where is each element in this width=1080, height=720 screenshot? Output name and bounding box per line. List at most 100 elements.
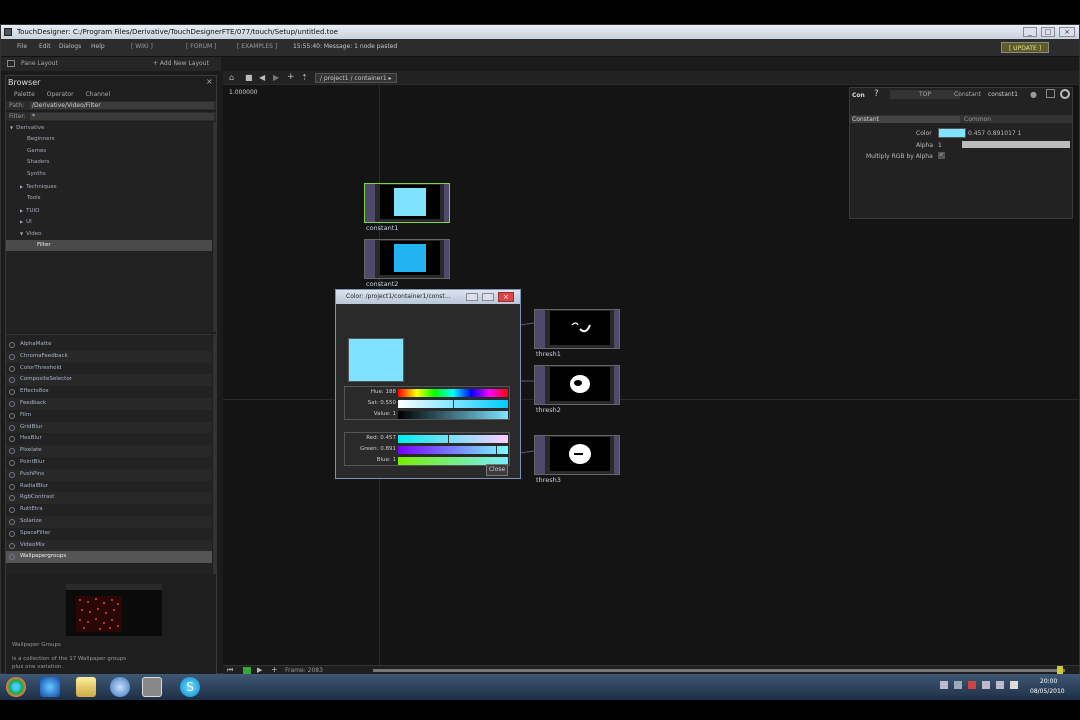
start-orb-icon[interactable] (6, 677, 26, 697)
sat-slider[interactable] (398, 400, 508, 408)
op-name-field[interactable]: constant1 (988, 91, 1018, 98)
dialog-close-button[interactable]: Close (486, 464, 508, 476)
component-icon (9, 448, 15, 455)
menu-help[interactable]: Help (91, 43, 105, 50)
color-param-values[interactable]: 0.457 0.891017 1 (968, 130, 1021, 137)
close-browser-icon[interactable]: × (206, 77, 213, 86)
menu-file[interactable]: File (17, 43, 27, 50)
tree-item-beginners[interactable]: Beginners (6, 134, 212, 145)
system-tray (940, 681, 1020, 693)
tray-icon[interactable] (981, 681, 990, 689)
red-row: Red: 0.457 (348, 434, 508, 444)
forum-link[interactable]: [ FORUM ] (186, 43, 216, 50)
layout-icon[interactable] (7, 60, 15, 67)
minimize-button[interactable]: _ (1023, 27, 1037, 37)
list-item[interactable]: CompositeSelector (6, 374, 212, 387)
volume-tray-icon[interactable] (1009, 681, 1018, 689)
timeline-scrubber[interactable] (373, 669, 1065, 672)
green-slider[interactable] (398, 446, 508, 454)
list-item[interactable]: RadialBlur (6, 481, 212, 493)
clock-time[interactable]: 20:00 (1040, 678, 1057, 685)
hue-slider[interactable] (398, 389, 508, 397)
page-constant[interactable]: Constant (852, 116, 960, 123)
list-item[interactable]: AlphaMatte (6, 339, 212, 351)
tree-item-tuio[interactable]: ▶ TUIO (6, 205, 212, 216)
tree-item-synths[interactable]: Synths (6, 169, 212, 180)
dialog-minimize-button[interactable] (466, 293, 478, 301)
pane-layout-button[interactable]: Pane Layout (21, 60, 58, 67)
collapsed-arrow-icon[interactable]: ▶ (20, 184, 23, 189)
tab-palette[interactable]: Palette (14, 91, 35, 98)
tree-item-shaders[interactable]: Shaders (6, 157, 212, 168)
comment-icon[interactable]: ● (1030, 90, 1037, 99)
tree-scrollbar[interactable] (213, 122, 217, 332)
play-indicator[interactable] (243, 667, 251, 674)
list-item[interactable]: ChromaFeedback (6, 350, 212, 363)
media-player-icon[interactable] (110, 677, 130, 697)
network-tray-icon[interactable] (995, 681, 1004, 689)
expanded-arrow-icon[interactable]: ▼ (20, 231, 23, 236)
dialog-maximize-button[interactable] (482, 293, 494, 301)
filter-field[interactable]: * (30, 113, 214, 120)
tab-operator[interactable]: Operator (47, 91, 74, 98)
step-icon[interactable]: + (271, 665, 278, 674)
alpha-param-slider[interactable] (962, 141, 1070, 148)
skype-icon[interactable]: S (180, 677, 200, 697)
menu-dialogs[interactable]: Dialogs (59, 43, 81, 50)
tree-item-video[interactable]: ▼ Video (6, 228, 212, 239)
viewer-icon[interactable] (1046, 89, 1055, 98)
list-item[interactable]: Effects8ox (6, 386, 212, 398)
examples-link[interactable]: [ EXAMPLES ] (237, 43, 277, 50)
tab-channel[interactable]: Channel (85, 91, 110, 98)
list-item[interactable]: GridBlur (6, 421, 212, 434)
red-slider[interactable] (398, 435, 508, 443)
list-item[interactable]: ColorThreshold (6, 363, 212, 375)
expanded-arrow-icon[interactable]: ▼ (10, 125, 13, 130)
alpha-param-value[interactable]: 1 (938, 142, 942, 149)
collapsed-arrow-icon[interactable]: ▶ (20, 208, 23, 213)
tray-icon[interactable] (940, 681, 948, 689)
multiply-checkbox[interactable]: ✓ (938, 152, 945, 159)
clock-date[interactable]: 08/05/2010 (1030, 688, 1065, 695)
tray-icon[interactable] (967, 681, 976, 689)
list-item[interactable]: Solarize (6, 516, 212, 528)
list-item[interactable]: RuttEtra (6, 504, 212, 516)
tree-item-games[interactable]: Games (6, 146, 212, 157)
list-item[interactable]: Pixelate (6, 445, 212, 457)
add-layout-button[interactable]: + Add New Layout (153, 60, 209, 67)
list-item[interactable]: PointBlur (6, 457, 212, 469)
explorer-icon[interactable] (76, 677, 96, 697)
tray-icon[interactable] (953, 681, 962, 689)
list-item[interactable]: HexBlur (6, 433, 212, 445)
help-icon[interactable]: ? (874, 89, 879, 99)
dialog-close-icon[interactable]: × (498, 292, 514, 302)
color-param-swatch[interactable] (938, 128, 966, 138)
maximize-button[interactable]: □ (1041, 27, 1055, 37)
play-icon[interactable]: ▶ (257, 666, 262, 674)
collapsed-arrow-icon[interactable]: ▶ (20, 219, 23, 224)
close-button[interactable]: × (1059, 27, 1075, 37)
touchdesigner-task-icon[interactable] (142, 677, 162, 697)
menubar: File Edit Dialogs Help [ WIKI ] [ FORUM … (1, 39, 1079, 57)
update-button[interactable]: [ UPDATE ] (1001, 42, 1049, 53)
cook-icon[interactable] (1060, 89, 1070, 99)
path-field[interactable]: /Derivative/Video/Filter (30, 102, 214, 109)
tree-item-techniques[interactable]: ▶ Techniques (6, 181, 212, 192)
value-slider[interactable] (398, 411, 508, 419)
list-scrollbar[interactable] (213, 334, 217, 574)
list-item[interactable]: Feedback (6, 398, 212, 410)
list-item[interactable]: SpaceFilter (6, 528, 212, 540)
list-item[interactable]: Film (6, 410, 212, 422)
list-item[interactable]: Wallpapergroups (6, 551, 212, 564)
browser-icon[interactable] (40, 677, 60, 697)
tree-item-ui[interactable]: ▶ UI (6, 216, 212, 227)
tree-item-filter[interactable]: Filter (6, 240, 212, 251)
list-item[interactable]: VideoMix (6, 539, 212, 552)
page-common[interactable]: Common (964, 116, 991, 123)
list-item[interactable]: PushPins (6, 468, 212, 481)
tree-item-derivative[interactable]: ▼ Derivative (6, 122, 212, 133)
list-item[interactable]: RgbContrast (6, 492, 212, 505)
tree-item-tools[interactable]: Tools (6, 193, 212, 204)
menu-edit[interactable]: Edit (39, 43, 51, 50)
wiki-link[interactable]: [ WIKI ] (131, 43, 153, 50)
